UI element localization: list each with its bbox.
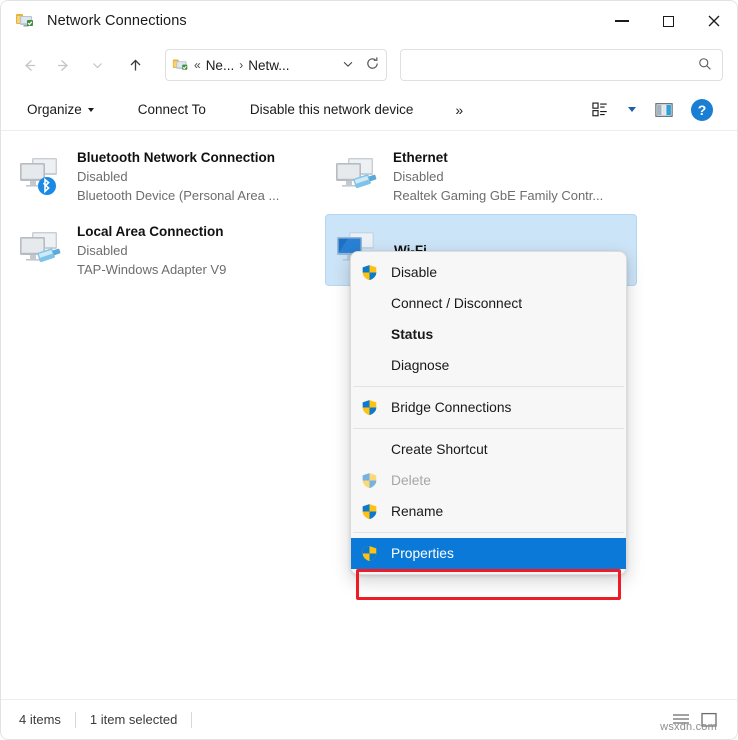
item-count-label: 4 items: [19, 712, 61, 727]
status-bar-view-controls: wsxdn.com: [671, 711, 719, 729]
menu-item-label: Connect / Disconnect: [391, 296, 522, 311]
forward-arrow-icon[interactable]: [47, 49, 79, 81]
close-button[interactable]: [691, 1, 737, 41]
context-menu: Disable Connect / Disconnect Status Diag…: [350, 251, 627, 575]
command-bar-right: ?: [583, 95, 719, 125]
connection-info: Bluetooth Network Connection Disabled Bl…: [77, 148, 279, 205]
search-box[interactable]: [400, 49, 723, 81]
menu-item-diagnose[interactable]: Diagnose: [351, 350, 626, 381]
uac-shield-icon: [361, 545, 378, 562]
menu-separator: [353, 428, 624, 429]
network-adapter-bluetooth-icon: [17, 154, 65, 198]
menu-item-create-shortcut[interactable]: Create Shortcut: [351, 434, 626, 465]
address-bar-network-connections-icon: [172, 57, 189, 74]
menu-item-bridge-connections[interactable]: Bridge Connections: [351, 392, 626, 423]
menu-item-label: Bridge Connections: [391, 400, 511, 415]
connection-device: Realtek Gaming GbE Family Contr...: [393, 186, 603, 205]
connection-name: Local Area Connection: [77, 222, 226, 241]
breadcrumb-separator: ›: [238, 58, 244, 72]
menu-item-label: Rename: [391, 504, 443, 519]
view-layout-icon[interactable]: [583, 95, 617, 125]
menu-item-label: Status: [391, 327, 433, 342]
network-connections-icon: [15, 11, 35, 31]
disable-network-device-button[interactable]: Disable this network device: [242, 97, 422, 122]
back-arrow-icon[interactable]: [13, 49, 45, 81]
window-controls: [599, 1, 737, 41]
connection-status: Disabled: [393, 167, 603, 186]
menu-item-properties[interactable]: Properties: [351, 538, 626, 569]
menu-item-connect-disconnect[interactable]: Connect / Disconnect: [351, 288, 626, 319]
connection-device: Bluetooth Device (Personal Area ...: [77, 186, 279, 205]
connection-status: Disabled: [77, 241, 226, 260]
help-label: ?: [691, 99, 713, 121]
menu-item-label: Properties: [391, 546, 454, 561]
menu-item-label: Create Shortcut: [391, 442, 488, 457]
connection-tile-ethernet[interactable]: Ethernet Disabled Realtek Gaming GbE Fam…: [325, 140, 637, 212]
breadcrumb-item-1[interactable]: Ne...: [206, 58, 235, 73]
connection-name: Ethernet: [393, 148, 603, 167]
up-arrow-icon[interactable]: [119, 49, 151, 81]
uac-shield-icon: [361, 503, 378, 520]
help-button[interactable]: ?: [685, 95, 719, 125]
menu-item-label: Disable: [391, 265, 437, 280]
connection-tile-bluetooth[interactable]: Bluetooth Network Connection Disabled Bl…: [9, 140, 321, 212]
connection-name: Bluetooth Network Connection: [77, 148, 279, 167]
annotation-highlight-rectangle: [356, 569, 621, 600]
connection-tile-local-area[interactable]: Local Area Connection Disabled TAP-Windo…: [9, 214, 321, 286]
maximize-button[interactable]: [645, 1, 691, 41]
connection-info: Local Area Connection Disabled TAP-Windo…: [77, 222, 226, 279]
menu-item-disable[interactable]: Disable: [351, 257, 626, 288]
selection-count-label: 1 item selected: [90, 712, 177, 727]
connection-status: Disabled: [77, 167, 279, 186]
menu-separator: [353, 386, 624, 387]
menu-item-label: Diagnose: [391, 358, 449, 373]
search-icon[interactable]: [698, 57, 712, 74]
uac-shield-icon: [361, 472, 378, 489]
toolbar-overflow-button[interactable]: »: [447, 98, 471, 122]
menu-item-label: Delete: [391, 473, 431, 488]
uac-shield-icon: [361, 399, 378, 416]
connections-content-area: Bluetooth Network Connection Disabled Bl…: [1, 131, 737, 684]
connection-device: TAP-Windows Adapter V9: [77, 260, 226, 279]
menu-item-properties-wrapper: Properties: [351, 538, 626, 569]
view-layout-caret-down-icon[interactable]: [621, 95, 643, 125]
network-adapter-ethernet-icon: [17, 228, 65, 272]
caret-down-icon: [88, 108, 94, 112]
menu-item-delete: Delete: [351, 465, 626, 496]
breadcrumb-overflow[interactable]: «: [193, 58, 202, 72]
title-bar: Network Connections: [1, 1, 737, 41]
minimize-button[interactable]: [599, 1, 645, 41]
command-bar: Organize Connect To Disable this network…: [1, 89, 737, 131]
address-bar[interactable]: « Ne... › Netw...: [165, 49, 387, 81]
menu-item-rename[interactable]: Rename: [351, 496, 626, 527]
connect-to-label: Connect To: [138, 102, 206, 117]
uac-shield-icon: [361, 264, 378, 281]
connection-info: Ethernet Disabled Realtek Gaming GbE Fam…: [393, 148, 603, 205]
navigation-bar: « Ne... › Netw...: [1, 41, 737, 89]
menu-separator: [353, 532, 624, 533]
window-title: Network Connections: [47, 13, 187, 29]
refresh-icon[interactable]: [365, 56, 382, 75]
breadcrumb-item-2[interactable]: Netw...: [248, 58, 289, 73]
organize-label: Organize: [27, 102, 82, 117]
network-adapter-ethernet-icon: [333, 154, 381, 198]
status-divider: [75, 712, 76, 728]
status-divider: [191, 712, 192, 728]
watermark-text: wsxdn.com: [660, 721, 717, 733]
search-input[interactable]: [411, 58, 698, 73]
preview-pane-icon[interactable]: [647, 95, 681, 125]
recent-locations-chevron-down-icon[interactable]: [81, 49, 113, 81]
organize-button[interactable]: Organize: [19, 97, 102, 122]
disable-device-label: Disable this network device: [250, 102, 414, 117]
connect-to-button[interactable]: Connect To: [130, 97, 214, 122]
file-explorer-window: Network Connections: [0, 0, 738, 740]
address-dropdown-chevron-down-icon[interactable]: [335, 58, 361, 73]
menu-item-status[interactable]: Status: [351, 319, 626, 350]
status-bar: 4 items 1 item selected wsxdn.com: [1, 699, 737, 739]
